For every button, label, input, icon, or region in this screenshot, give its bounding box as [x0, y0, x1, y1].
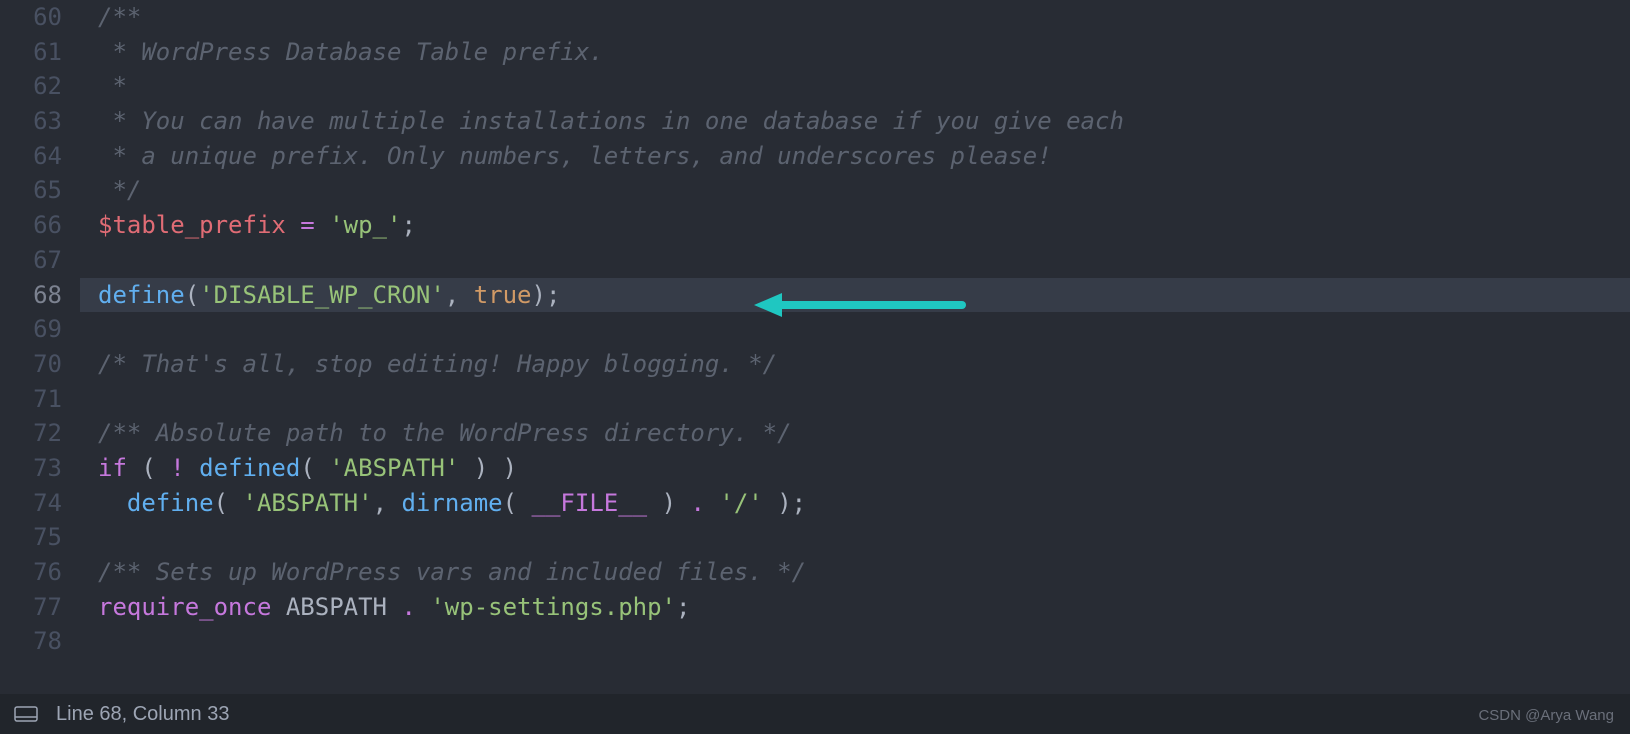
token-keyword: =: [300, 211, 314, 239]
token-punct: (: [141, 454, 170, 482]
line-number: 78: [0, 624, 62, 659]
token-punct: );: [532, 281, 561, 309]
line-number: 72: [0, 416, 62, 451]
line-number: 60: [0, 0, 62, 35]
token-function-call: defined: [199, 454, 300, 482]
token-default: [387, 593, 401, 621]
code-line[interactable]: require_once ABSPATH . 'wp-settings.php'…: [98, 590, 1630, 625]
code-line[interactable]: *: [98, 69, 1630, 104]
token-punct: (: [185, 281, 199, 309]
token-punct: ;: [401, 211, 415, 239]
token-comment: /** Absolute path to the WordPress direc…: [98, 419, 792, 447]
token-function-call: define: [127, 489, 214, 517]
token-string: 'wp_': [329, 211, 401, 239]
token-string: 'ABSPATH': [243, 489, 373, 517]
token-keyword: !: [170, 454, 184, 482]
token-keyword: .: [401, 593, 415, 621]
token-string: '/': [719, 489, 762, 517]
code-line[interactable]: * a unique prefix. Only numbers, letters…: [98, 139, 1630, 174]
code-line[interactable]: $table_prefix = 'wp_';: [98, 208, 1630, 243]
token-string: 'wp-settings.php': [430, 593, 676, 621]
token-constant-magic: __FILE__: [532, 489, 648, 517]
line-number: 75: [0, 520, 62, 555]
line-number: 76: [0, 555, 62, 590]
code-line[interactable]: [98, 382, 1630, 417]
line-number: 69: [0, 312, 62, 347]
panel-icon[interactable]: [12, 704, 40, 724]
code-line[interactable]: /** Absolute path to the WordPress direc…: [98, 416, 1630, 451]
status-bar: Line 68, Column 33: [0, 694, 1630, 734]
code-line[interactable]: */: [98, 173, 1630, 208]
line-number: 63: [0, 104, 62, 139]
token-punct: (: [300, 454, 329, 482]
token-string: 'DISABLE_WP_CRON': [199, 281, 445, 309]
token-punct: (: [503, 489, 532, 517]
token-comment: * a unique prefix. Only numbers, letters…: [98, 142, 1052, 170]
token-keyword: require_once: [98, 593, 271, 621]
line-number: 66: [0, 208, 62, 243]
token-default: [315, 211, 329, 239]
token-comment: /* That's all, stop editing! Happy blogg…: [98, 350, 777, 378]
token-function-call: define: [98, 281, 185, 309]
code-line[interactable]: * You can have multiple installations in…: [98, 104, 1630, 139]
code-line[interactable]: * WordPress Database Table prefix.: [98, 35, 1630, 70]
token-punct: );: [763, 489, 806, 517]
token-punct: [705, 489, 719, 517]
code-line[interactable]: /**: [98, 0, 1630, 35]
token-constant: true: [474, 281, 532, 309]
code-line[interactable]: [98, 312, 1630, 347]
token-punct: ) ): [459, 454, 517, 482]
token-default: [185, 454, 199, 482]
line-number: 73: [0, 451, 62, 486]
line-number: 77: [0, 590, 62, 625]
code-line[interactable]: define( 'ABSPATH', dirname( __FILE__ ) .…: [98, 486, 1630, 521]
token-default: [98, 489, 127, 517]
token-default: [416, 593, 430, 621]
token-punct: ,: [373, 489, 402, 517]
line-number: 65: [0, 173, 62, 208]
token-comment: *: [98, 72, 127, 100]
token-default: [271, 593, 285, 621]
code-editor: 60616263646566676869707172737475767778 /…: [0, 0, 1630, 734]
line-number: 67: [0, 243, 62, 278]
token-variable: $table_prefix: [98, 211, 286, 239]
watermark-text: CSDN @Arya Wang: [1478, 707, 1614, 724]
token-default: [127, 454, 141, 482]
line-number: 64: [0, 139, 62, 174]
code-content[interactable]: /** * WordPress Database Table prefix. *…: [80, 0, 1630, 694]
code-line[interactable]: [98, 243, 1630, 278]
line-number: 61: [0, 35, 62, 70]
line-number-gutter: 60616263646566676869707172737475767778: [0, 0, 80, 694]
token-keyword: .: [690, 489, 704, 517]
token-keyword: if: [98, 454, 127, 482]
cursor-position: Line 68, Column 33: [56, 703, 229, 726]
code-line[interactable]: [98, 520, 1630, 555]
code-area[interactable]: 60616263646566676869707172737475767778 /…: [0, 0, 1630, 694]
token-comment: /**: [98, 3, 141, 31]
code-line[interactable]: /* That's all, stop editing! Happy blogg…: [98, 347, 1630, 382]
code-line[interactable]: /** Sets up WordPress vars and included …: [98, 555, 1630, 590]
token-string: 'ABSPATH': [329, 454, 459, 482]
token-default: [286, 211, 300, 239]
token-comment: * WordPress Database Table prefix.: [98, 38, 604, 66]
token-function-call: dirname: [401, 489, 502, 517]
line-number: 62: [0, 69, 62, 104]
token-comment: * You can have multiple installations in…: [98, 107, 1124, 135]
line-number: 71: [0, 382, 62, 417]
token-punct: ): [647, 489, 690, 517]
token-punct: (: [214, 489, 243, 517]
code-line[interactable]: define('DISABLE_WP_CRON', true);: [98, 278, 1630, 313]
code-line[interactable]: [98, 624, 1630, 659]
line-number: 74: [0, 486, 62, 521]
token-comment: */: [98, 176, 141, 204]
code-line[interactable]: if ( ! defined( 'ABSPATH' ) ): [98, 451, 1630, 486]
token-default: ABSPATH: [286, 593, 387, 621]
line-number: 70: [0, 347, 62, 382]
line-number: 68: [0, 278, 62, 313]
token-comment: /** Sets up WordPress vars and included …: [98, 558, 806, 586]
token-punct: ,: [445, 281, 474, 309]
token-punct: ;: [676, 593, 690, 621]
